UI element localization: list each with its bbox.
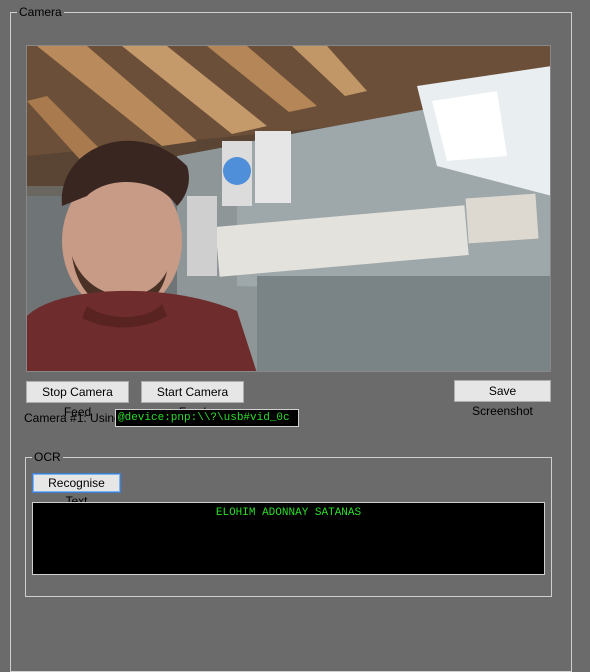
camera-device-field[interactable]: @device:pnp:\\?\usb#vid_0c <box>115 409 299 427</box>
camera-feed-view <box>26 45 551 372</box>
recognise-text-button[interactable]: Recognise Text <box>32 473 121 508</box>
stop-camera-feed-button[interactable]: Stop Camera Feed <box>26 381 129 419</box>
save-screenshot-button[interactable]: Save Screenshot <box>454 380 551 418</box>
ocr-group-title: OCR <box>32 450 63 464</box>
ocr-output-textbox[interactable]: ELOHIM ADONNAY SATANAS <box>32 502 545 575</box>
start-camera-feed-button[interactable]: Start Camera Feed <box>141 381 244 419</box>
camera-group-title: Camera <box>17 5 64 19</box>
camera-frame-image <box>27 46 550 371</box>
camera-device-label: Camera #1: Using <box>24 411 121 425</box>
